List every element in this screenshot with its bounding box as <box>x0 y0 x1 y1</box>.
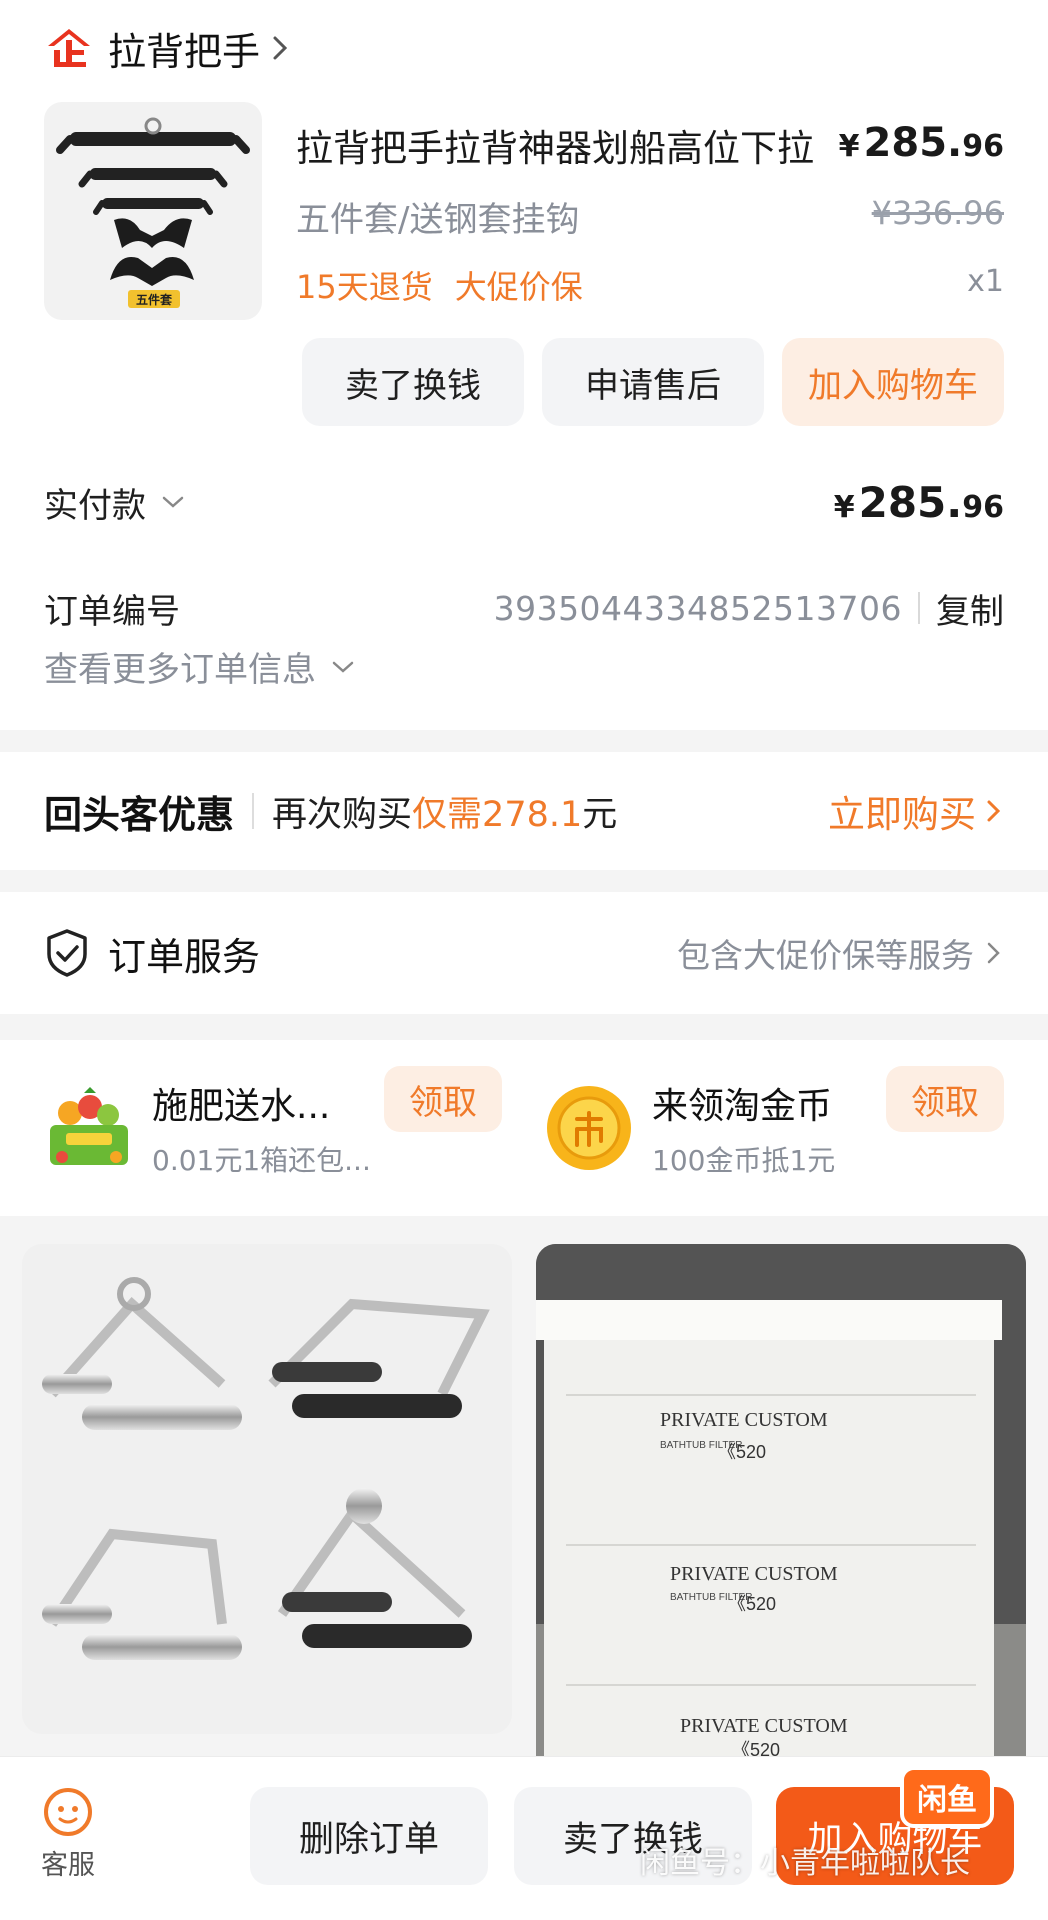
price-decimal: 96 <box>962 129 1004 164</box>
promo-title: 来领淘金币 <box>652 1086 833 1127</box>
rebuy-unit: 元 <box>582 794 618 835</box>
more-order-info-toggle[interactable]: 查看更多订单信息 <box>44 642 356 691</box>
chevron-down-icon <box>332 661 354 673</box>
shield-check-icon <box>47 929 87 977</box>
customer-service-icon <box>44 1788 92 1836</box>
more-order-info-label: 查看更多订单信息 <box>44 650 316 690</box>
feed-item-rowing-handles[interactable] <box>22 1244 512 1734</box>
payment-currency: ¥ <box>833 489 855 525</box>
copy-button[interactable]: 复制 <box>936 584 1004 633</box>
promo-title: 施肥送水... <box>152 1086 331 1127</box>
payment-decimal: 96 <box>962 489 1004 525</box>
shop-header[interactable]: 拉背把手 <box>44 20 290 76</box>
order-number-row: 订单编号 3935044334852513706 复制 <box>44 578 1004 638</box>
promo-taojinbi[interactable]: 来领淘金币 100金币抵1元 <box>544 1066 835 1190</box>
product-sku: 五件套/送钢套挂钩 <box>296 200 580 240</box>
feed-item-storage-boxes[interactable]: PRIVATE CUSTOM BATHTUB FILTER 《520 PRIVA… <box>536 1244 1026 1764</box>
product-title[interactable]: 拉背把手拉背神器划船高位下拉 <box>296 118 814 172</box>
actual-payment-row: 实付款 ¥285.96 <box>44 470 1004 534</box>
customer-service-label: 客服 <box>41 1850 95 1881</box>
promo-subtitle: 0.01元1箱还包... <box>152 1144 371 1177</box>
box-print-3: PRIVATE CUSTOM <box>680 1715 848 1737</box>
after-sale-button[interactable]: 申请售后 <box>542 338 764 426</box>
rebuy-prefix: 再次购买 <box>272 794 413 835</box>
product-thumbnail[interactable]: 五件套 <box>44 102 262 320</box>
returning-customer-title: 回头客优惠 <box>44 792 235 837</box>
price-currency: ¥ <box>838 129 860 164</box>
chevron-right-icon <box>987 800 1001 822</box>
original-price: ¥336.96 <box>871 194 1004 232</box>
promo-card: 施肥送水... 0.01元1箱还包... 领取 来领淘金币 100金币抵1元 领… <box>0 1040 1048 1216</box>
order-number-label: 订单编号 <box>44 591 180 632</box>
promo-subtitle: 100金币抵1元 <box>652 1144 836 1177</box>
tag-price-protect: 大促价保 <box>454 268 583 306</box>
shop-name: 拉背把手 <box>108 29 261 74</box>
watermark-logo: 闲鱼 <box>900 1766 994 1828</box>
rebuy-text: 再次购买仅需278.1元 <box>272 786 617 837</box>
quantity: x1 <box>967 264 1004 299</box>
delete-order-button[interactable]: 删除订单 <box>250 1787 488 1885</box>
returning-customer-card: 回头客优惠 再次购买仅需278.1元 立即购买 <box>0 752 1048 870</box>
service-tags: 15天退货 大促价保 <box>296 262 583 308</box>
promo-fertilize[interactable]: 施肥送水... 0.01元1箱还包... <box>44 1066 371 1190</box>
box-print-1-num: 《520 <box>718 1442 766 1462</box>
order-service-summary-text: 包含大促价保等服务 <box>677 936 974 975</box>
item-actions: 卖了换钱 申请售后 加入购物车 <box>302 338 1004 426</box>
buy-now-link[interactable]: 立即购买 <box>828 784 1004 838</box>
order-service-summary: 包含大促价保等服务 <box>677 929 1004 977</box>
box-print-2-num: 《520 <box>728 1594 776 1614</box>
thumb-badge: 五件套 <box>128 290 180 308</box>
customer-service-button[interactable]: 客服 <box>36 1787 100 1882</box>
v-handles-image <box>42 1277 490 1660</box>
buy-now-label: 立即购买 <box>828 793 976 836</box>
chevron-right-icon <box>273 36 288 60</box>
claim-button[interactable]: 领取 <box>886 1066 1004 1132</box>
box-print-1: PRIVATE CUSTOM <box>660 1409 828 1431</box>
actual-payment-amount: ¥285.96 <box>834 478 1004 527</box>
actual-payment-label: 实付款 <box>44 485 146 526</box>
claim-button[interactable]: 领取 <box>384 1066 502 1132</box>
watermark-text: 闲鱼号：小青年啦啦队长 <box>640 1846 970 1881</box>
sell-for-cash-button[interactable]: 卖了换钱 <box>302 338 524 426</box>
order-service-card[interactable]: 订单服务 包含大促价保等服务 <box>0 892 1048 1014</box>
chevron-right-icon <box>987 942 1000 964</box>
order-card: 拉背把手 五件套 拉背把手拉背神器划船高位下拉 ¥285.96 五件套/送钢套挂… <box>0 0 1048 730</box>
product-price: ¥285.96 <box>839 120 1004 166</box>
chevron-down-icon <box>162 496 184 508</box>
order-service-title: 订单服务 <box>108 934 261 979</box>
divider <box>918 592 920 624</box>
order-number-group: 3935044334852513706 复制 <box>494 584 1004 633</box>
enterprise-store-icon <box>48 29 90 67</box>
gold-coin-icon <box>547 1086 631 1170</box>
tag-return: 15天退货 <box>296 268 433 306</box>
fruit-basket-icon <box>50 1087 128 1165</box>
add-to-cart-button[interactable]: 加入购物车 <box>782 338 1004 426</box>
rebuy-highlight: 仅需 <box>412 794 483 835</box>
actual-payment-toggle[interactable]: 实付款 <box>44 478 186 527</box>
price-integer: 285. <box>863 120 963 166</box>
rebuy-amount: 278.1 <box>482 794 583 835</box>
lat-handles-image <box>56 117 250 286</box>
divider <box>252 793 255 829</box>
order-number: 3935044334852513706 <box>493 588 902 628</box>
storage-boxes-image: PRIVATE CUSTOM BATHTUB FILTER 《520 PRIVA… <box>536 1244 1026 1764</box>
box-print-2: PRIVATE CUSTOM <box>670 1563 838 1585</box>
payment-integer: 285. <box>858 477 963 527</box>
